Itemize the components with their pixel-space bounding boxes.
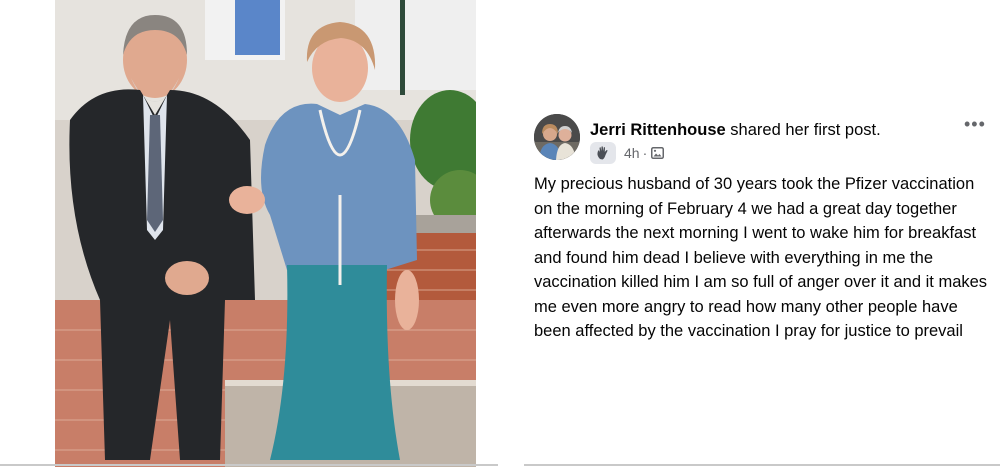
couple-photo-image: [55, 0, 476, 467]
author-avatar[interactable]: [534, 114, 580, 160]
post-time[interactable]: 4h: [624, 145, 640, 161]
wave-hand-icon: [590, 142, 616, 164]
public-album-icon[interactable]: [651, 147, 665, 159]
divider-right: [524, 464, 1000, 466]
author-line: Jerri Rittenhouse shared her first post.: [590, 120, 881, 140]
divider-left: [0, 464, 498, 466]
post-meta: 4h ·: [590, 142, 665, 164]
post-body-text: My precious husband of 30 years took the…: [534, 175, 988, 340]
post-action-text: shared her first post.: [730, 121, 881, 139]
meta-separator: ·: [642, 145, 648, 161]
post-photo[interactable]: [55, 0, 476, 467]
facebook-post: Jerri Rittenhouse shared her first post.…: [532, 112, 992, 344]
author-name[interactable]: Jerri Rittenhouse: [590, 121, 726, 139]
more-options-button[interactable]: •••: [964, 114, 986, 134]
post-header: Jerri Rittenhouse shared her first post.…: [532, 112, 992, 168]
